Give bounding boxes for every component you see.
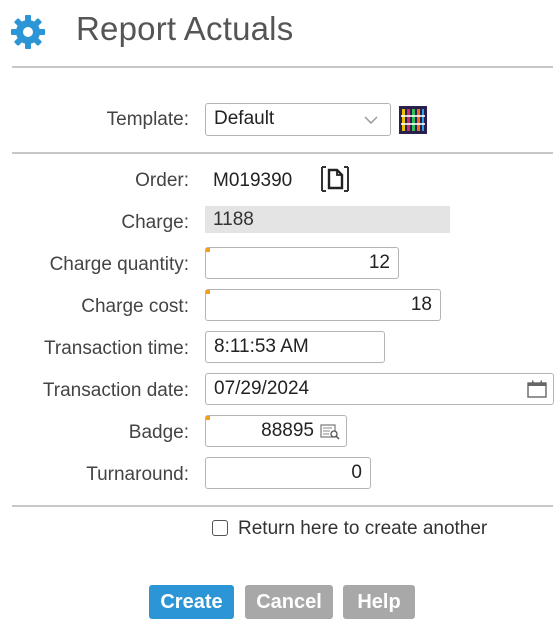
header-divider	[12, 66, 553, 68]
transaction-date-input[interactable]: 07/29/2024	[205, 373, 554, 405]
charge-quantity-label: Charge quantity:	[49, 254, 189, 275]
calendar-icon[interactable]	[527, 380, 547, 398]
lookup-icon[interactable]	[320, 424, 340, 440]
charge-cost-input[interactable]: 18	[205, 289, 441, 321]
charge-value: 1188	[205, 206, 450, 233]
transaction-date-label: Transaction date:	[42, 380, 189, 401]
create-button[interactable]: Create	[149, 585, 234, 619]
order-value: M019390	[213, 170, 293, 191]
copy-icon[interactable]	[320, 165, 350, 193]
template-divider	[12, 152, 553, 154]
page-header: Report Actuals	[0, 0, 555, 66]
badge-input[interactable]: 88895	[205, 415, 347, 447]
return-checkbox[interactable]	[212, 520, 228, 536]
help-button[interactable]: Help	[343, 585, 415, 619]
badge-label: Badge:	[128, 422, 189, 443]
return-checkbox-label[interactable]: Return here to create another	[238, 518, 487, 540]
transaction-time-input[interactable]: 8:11:53 AM	[205, 331, 385, 363]
chevron-down-icon	[364, 116, 378, 124]
template-select-value: Default	[214, 108, 275, 129]
form-divider	[12, 505, 553, 507]
turnaround-label: Turnaround:	[86, 464, 189, 485]
template-designer-icon[interactable]	[399, 106, 427, 134]
transaction-time-label: Transaction time:	[43, 338, 189, 359]
charge-cost-label: Charge cost:	[81, 296, 189, 317]
transaction-date-value: 07/29/2024	[214, 378, 310, 399]
gear-icon	[11, 15, 45, 49]
template-label: Template:	[106, 109, 189, 130]
order-label: Order:	[135, 170, 189, 191]
template-select[interactable]: Default	[205, 103, 391, 136]
badge-value: 88895	[261, 420, 314, 441]
charge-label: Charge:	[121, 212, 189, 233]
charge-quantity-input[interactable]: 12	[205, 247, 399, 279]
page-title: Report Actuals	[76, 10, 294, 47]
turnaround-input[interactable]: 0	[205, 457, 371, 489]
cancel-button[interactable]: Cancel	[245, 585, 333, 619]
